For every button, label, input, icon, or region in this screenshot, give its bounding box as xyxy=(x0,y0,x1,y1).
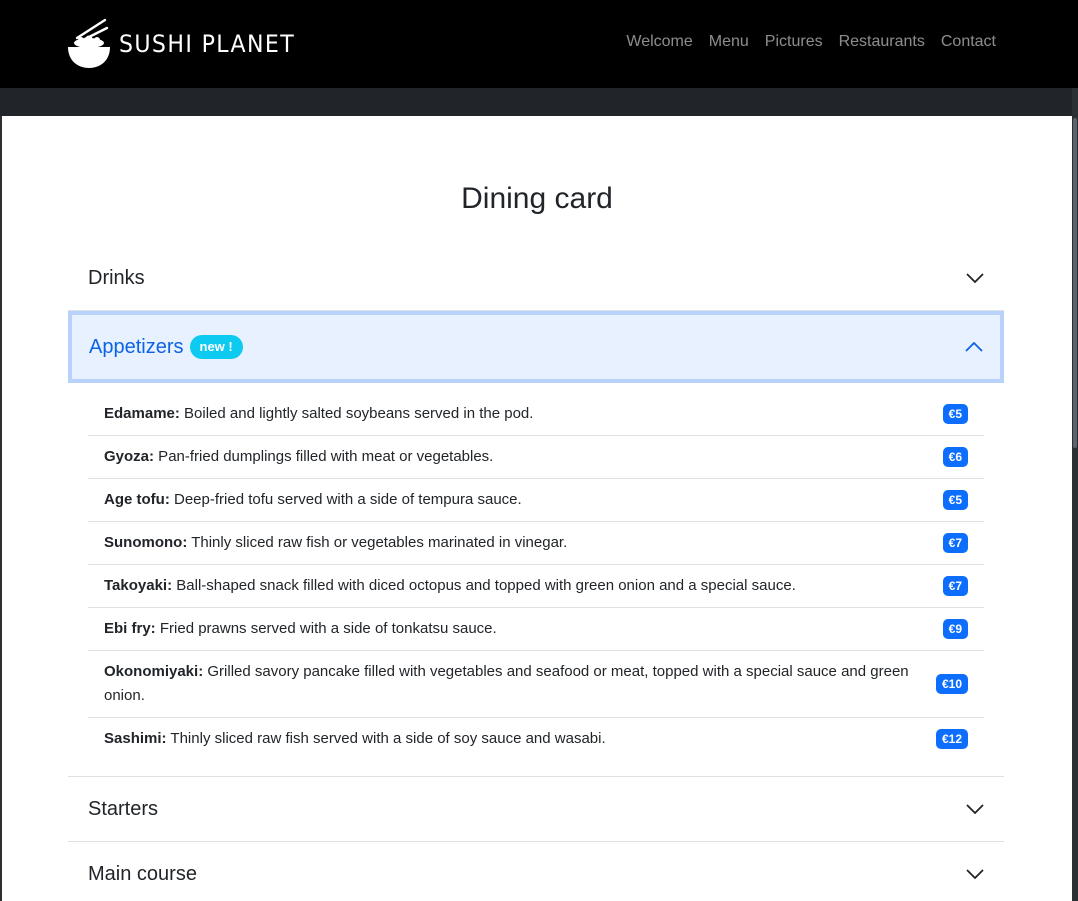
price-badge: €7 xyxy=(942,533,968,553)
nav-link-menu[interactable]: Menu xyxy=(709,33,749,51)
price-badge: €7 xyxy=(942,576,968,596)
new-badge: new ! xyxy=(189,335,243,359)
sushi-bowl-icon xyxy=(68,18,110,68)
item-description: Grilled savory pancake filled with veget… xyxy=(104,663,909,704)
accordion-label: Starters xyxy=(88,797,159,820)
item-name: Age tofu: xyxy=(104,491,170,508)
item-name: Okonomiyaki: xyxy=(104,663,204,680)
accordion-label: Appetizers xyxy=(89,335,184,358)
navbar-subbar xyxy=(0,88,1078,116)
list-item: Okonomiyaki: Grilled savory pancake fill… xyxy=(88,651,984,718)
accordion-label: Drinks xyxy=(88,266,145,289)
list-item: Edamame: Boiled and lightly salted soybe… xyxy=(88,393,984,436)
accordion-header-main-course[interactable]: Main course xyxy=(68,842,1004,901)
accordion-header-starters[interactable]: Starters xyxy=(68,777,1004,842)
nav-link-welcome[interactable]: Welcome xyxy=(626,33,692,51)
item-description: Boiled and lightly salted soybeans serve… xyxy=(179,405,534,422)
item-description: Pan-fried dumplings filled with meat or … xyxy=(154,448,494,465)
nav-link-contact[interactable]: Contact xyxy=(941,33,996,51)
price-badge: €10 xyxy=(935,674,968,694)
item-description: Thinly sliced raw fish served with a sid… xyxy=(166,730,606,747)
item-name: Ebi fry: xyxy=(104,620,156,637)
accordion-header-appetizers[interactable]: Appetizers new ! xyxy=(68,311,1004,383)
accordion-header-drinks[interactable]: Drinks xyxy=(68,246,1004,311)
list-item: Age tofu: Deep-fried tofu served with a … xyxy=(88,479,984,522)
brand[interactable]: SUSHI PLANET xyxy=(67,18,310,70)
scrollbar-thumb[interactable] xyxy=(1073,118,1077,448)
chevron-down-icon xyxy=(966,804,984,814)
list-item: Sunomono: Thinly sliced raw fish or vege… xyxy=(88,522,984,565)
item-name: Takoyaki: xyxy=(104,577,173,594)
accordion-body-appetizers: Edamame: Boiled and lightly salted soybe… xyxy=(68,383,1004,777)
chevron-up-icon xyxy=(965,342,983,352)
item-description: Deep-fried tofu served with a side of te… xyxy=(169,491,522,508)
price-badge: €5 xyxy=(942,404,968,424)
item-name: Edamame: xyxy=(104,405,180,422)
price-badge: €5 xyxy=(942,490,968,510)
item-name: Gyoza: xyxy=(104,448,155,465)
page-title: Dining card xyxy=(461,182,613,215)
accordion-label: Main course xyxy=(88,862,197,885)
price-badge: €6 xyxy=(942,447,968,467)
item-name: Sunomono: xyxy=(104,534,188,551)
item-name: Sashimi: xyxy=(104,730,167,747)
price-badge: €12 xyxy=(935,729,968,749)
list-item: Takoyaki: Ball-shaped snack filled with … xyxy=(88,565,984,608)
navbar: SUSHI PLANET Welcome Menu Pictures Resta… xyxy=(0,0,1078,88)
chevron-down-icon xyxy=(966,869,984,879)
nav-links: Welcome Menu Pictures Restaurants Contac… xyxy=(626,33,996,51)
item-description: Thinly sliced raw fish or vegetables mar… xyxy=(187,534,568,551)
list-item: Sashimi: Thinly sliced raw fish served w… xyxy=(88,718,984,760)
nav-link-pictures[interactable]: Pictures xyxy=(765,33,823,51)
nav-link-restaurants[interactable]: Restaurants xyxy=(839,33,925,51)
price-badge: €9 xyxy=(942,619,968,639)
list-item: Gyoza: Pan-fried dumplings filled with m… xyxy=(88,436,984,479)
chevron-down-icon xyxy=(966,273,984,283)
scrollbar[interactable] xyxy=(1072,88,1078,901)
menu-accordion: Drinks Appetizers new ! Edamame: Boiled … xyxy=(68,246,1004,901)
list-item: Ebi fry: Fried prawns served with a side… xyxy=(88,608,984,651)
brand-name: SUSHI PLANET xyxy=(119,30,296,58)
main-content: Dining card Drinks Appetizers new ! Edam… xyxy=(2,116,1072,901)
item-description: Ball-shaped snack filled with diced octo… xyxy=(172,577,796,594)
item-description: Fried prawns served with a side of tonka… xyxy=(155,620,497,637)
